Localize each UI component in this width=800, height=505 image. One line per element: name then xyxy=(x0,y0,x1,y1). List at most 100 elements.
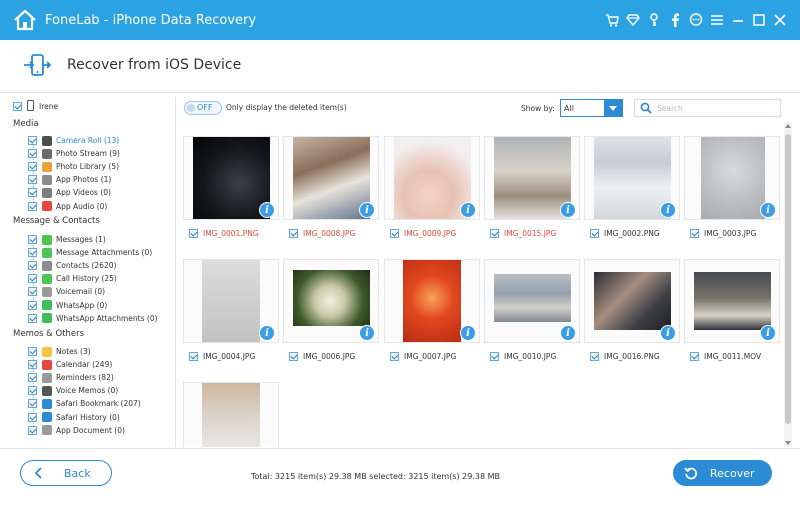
sidebar-item[interactable]: Reminders (82) xyxy=(28,371,114,384)
category-checkbox[interactable] xyxy=(28,261,37,271)
file-tile[interactable]: i IMG_0008.JPG xyxy=(283,136,379,246)
file-tile[interactable]: i IMG_0001.PNG xyxy=(183,136,279,246)
info-icon[interactable]: i xyxy=(760,202,776,218)
chevron-down-icon[interactable] xyxy=(604,100,622,116)
category-checkbox[interactable] xyxy=(28,274,37,284)
category-checkbox[interactable] xyxy=(28,175,37,185)
file-tile[interactable]: i IMG_0007.JPG xyxy=(384,259,480,369)
thumbnail[interactable] xyxy=(183,382,279,447)
sidebar-item[interactable]: App Audio (0) xyxy=(28,200,107,213)
back-button[interactable]: Back xyxy=(20,460,112,486)
file-checkbox[interactable] xyxy=(189,352,198,361)
category-checkbox[interactable] xyxy=(28,412,37,422)
scroll-up-icon[interactable] xyxy=(785,124,791,128)
search-input[interactable] xyxy=(657,102,775,114)
info-icon[interactable]: i xyxy=(460,325,476,341)
file-tile[interactable]: i IMG_0016.PNG xyxy=(584,259,680,369)
file-checkbox[interactable] xyxy=(490,229,499,238)
sidebar-item[interactable]: Voicemail (0) xyxy=(28,285,105,298)
category-checkbox[interactable] xyxy=(28,386,37,396)
sidebar-item[interactable]: Safari History (0) xyxy=(28,411,120,424)
sidebar-item[interactable]: Safari Bookmark (207) xyxy=(28,397,141,410)
file-checkbox[interactable] xyxy=(289,229,298,238)
category-checkbox[interactable] xyxy=(28,373,37,383)
sidebar-item[interactable]: App Document (0) xyxy=(28,424,125,437)
file-checkbox[interactable] xyxy=(690,352,699,361)
file-tile[interactable]: i IMG_0009.JPG xyxy=(384,136,480,246)
sidebar-item[interactable]: WhatsApp Attachments (0) xyxy=(28,312,158,325)
maximize-icon[interactable] xyxy=(748,10,769,30)
device-checkbox[interactable] xyxy=(13,102,22,111)
sidebar-item[interactable]: Photo Library (5) xyxy=(28,160,119,173)
sidebar-item[interactable]: App Videos (0) xyxy=(28,186,111,199)
file-checkbox[interactable] xyxy=(390,352,399,361)
category-checkbox[interactable] xyxy=(28,399,37,409)
file-tile[interactable]: i xyxy=(183,382,279,447)
info-icon[interactable]: i xyxy=(660,325,676,341)
category-checkbox[interactable] xyxy=(28,201,37,211)
file-checkbox[interactable] xyxy=(690,229,699,238)
info-icon[interactable]: i xyxy=(660,202,676,218)
show-by-select[interactable]: All xyxy=(560,99,623,117)
category-checkbox[interactable] xyxy=(28,425,37,435)
category-checkbox[interactable] xyxy=(28,347,37,356)
file-checkbox[interactable] xyxy=(490,352,499,361)
category-checkbox[interactable] xyxy=(28,235,37,244)
scrollbar-thumb[interactable] xyxy=(785,134,791,424)
info-icon[interactable]: i xyxy=(560,325,576,341)
diamond-icon[interactable] xyxy=(622,10,643,30)
file-tile[interactable]: i IMG_0015.JPG xyxy=(484,136,580,246)
file-checkbox[interactable] xyxy=(590,352,599,361)
sidebar-item[interactable]: Photo Stream (9) xyxy=(28,147,120,160)
category-checkbox[interactable] xyxy=(28,300,37,310)
sidebar-item[interactable]: App Photos (1) xyxy=(28,173,111,186)
category-checkbox[interactable] xyxy=(28,313,37,323)
sidebar-item[interactable]: WhatsApp (0) xyxy=(28,299,107,312)
sidebar-item[interactable]: Messages (1) xyxy=(28,233,106,246)
menu-icon[interactable] xyxy=(706,10,727,30)
category-checkbox[interactable] xyxy=(28,162,37,172)
file-checkbox[interactable] xyxy=(590,229,599,238)
file-tile[interactable]: i IMG_0002.PNG xyxy=(584,136,680,246)
close-icon[interactable] xyxy=(769,10,790,30)
sidebar-item[interactable]: Contacts (2620) xyxy=(28,259,116,272)
info-icon[interactable]: i xyxy=(259,325,275,341)
file-tile[interactable]: i IMG_0010.JPG xyxy=(484,259,580,369)
info-icon[interactable]: i xyxy=(460,202,476,218)
info-icon[interactable]: i xyxy=(760,325,776,341)
grid-scrollbar[interactable] xyxy=(784,122,792,447)
key-icon[interactable] xyxy=(643,10,664,30)
category-checkbox[interactable] xyxy=(28,287,37,297)
search-box[interactable] xyxy=(634,99,781,117)
file-checkbox[interactable] xyxy=(189,229,198,238)
category-checkbox[interactable] xyxy=(28,248,37,258)
facebook-icon[interactable] xyxy=(664,10,685,30)
file-tile[interactable]: i IMG_0004.JPG xyxy=(183,259,279,369)
chat-icon[interactable] xyxy=(685,10,706,30)
sidebar-item[interactable]: Call History (25) xyxy=(28,272,117,285)
category-checkbox[interactable] xyxy=(28,360,37,370)
info-icon[interactable]: i xyxy=(359,202,375,218)
category-checkbox[interactable] xyxy=(28,136,37,145)
sidebar-item[interactable]: Calendar (249) xyxy=(28,358,112,371)
recover-button[interactable]: Recover xyxy=(673,460,772,486)
cart-icon[interactable] xyxy=(601,10,622,30)
minimize-icon[interactable] xyxy=(727,10,748,30)
home-icon[interactable] xyxy=(13,9,37,31)
category-checkbox[interactable] xyxy=(28,188,37,198)
file-tile[interactable]: i IMG_0011.MOV xyxy=(684,259,780,369)
file-tile[interactable]: i IMG_0006.JPG xyxy=(283,259,379,369)
scroll-down-icon[interactable] xyxy=(785,441,791,445)
sidebar-item[interactable]: Voice Memos (0) xyxy=(28,384,118,397)
file-tile[interactable]: i IMG_0003.JPG xyxy=(684,136,780,246)
info-icon[interactable]: i xyxy=(560,202,576,218)
info-icon[interactable]: i xyxy=(359,325,375,341)
file-checkbox[interactable] xyxy=(390,229,399,238)
sidebar-item[interactable]: Notes (3) xyxy=(28,345,91,358)
device-row[interactable]: Irene xyxy=(13,100,58,113)
file-checkbox[interactable] xyxy=(289,352,298,361)
deleted-only-toggle[interactable]: OFF xyxy=(184,101,222,115)
info-icon[interactable]: i xyxy=(259,202,275,218)
sidebar-item[interactable]: Camera Roll (13) xyxy=(28,134,119,147)
category-checkbox[interactable] xyxy=(28,149,37,159)
